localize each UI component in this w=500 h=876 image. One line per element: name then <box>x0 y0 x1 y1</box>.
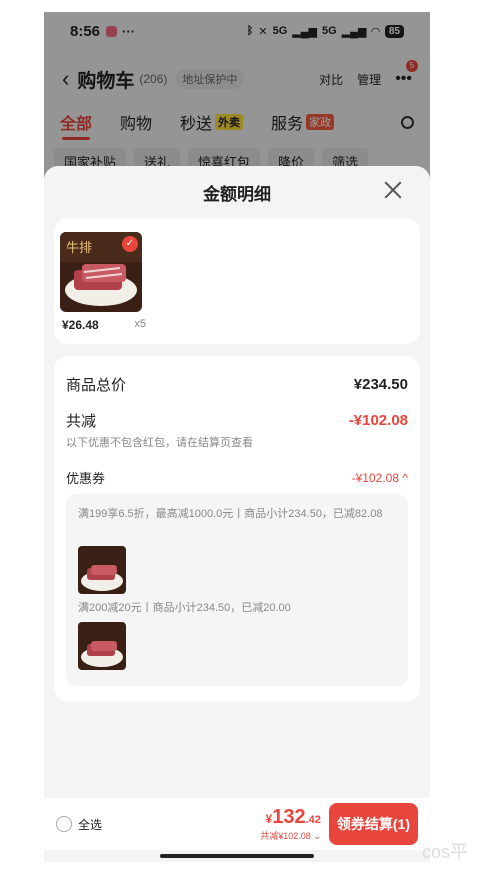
svg-text:牛排: 牛排 <box>66 241 92 256</box>
select-all-label[interactable]: 全选 <box>78 816 102 833</box>
home-indicator[interactable] <box>160 854 314 858</box>
discount-row: 共减 -¥102.08 <box>66 410 408 431</box>
select-all-radio[interactable] <box>56 816 72 832</box>
sheet-title: 金额明细 <box>203 184 271 204</box>
coupon-label: 优惠券 <box>66 471 106 486</box>
saved-amount-text: 共减¥102.08 <box>260 831 311 841</box>
product-image: 牛排 ✓ <box>60 232 142 312</box>
phone-screen: 8:56 ··· ᛒ ✕ 5G ▂▄▆ 5G ▂▄▆ ◠ 85 ‹ 购物车 (2… <box>44 12 430 862</box>
watermark: cos平 <box>422 842 469 862</box>
saved-amount[interactable]: 共减¥102.08 ⌄ <box>260 829 321 842</box>
product-item[interactable]: 牛排 ✓ ¥26.48 x5 <box>60 232 146 332</box>
total-value: ¥234.50 <box>353 376 408 393</box>
sheet-header: 金额明细 <box>44 166 430 218</box>
coupon-value: -¥102.08 <box>351 470 400 485</box>
coupon-row[interactable]: 优惠券 -¥102.08 ^ <box>66 468 408 487</box>
price-detail-card: 商品总价 ¥234.50 共减 -¥102.08 以下优惠不包含红包，请在结算页… <box>54 356 420 702</box>
product-price: ¥26.48 <box>62 318 99 332</box>
total-integer: 132 <box>272 806 306 828</box>
coupon-2-text: 满200减20元丨商品小计234.50，已减20.00 <box>78 602 291 614</box>
selected-check-icon: ✓ <box>122 236 138 252</box>
checkout-button[interactable]: 领券结算(1) <box>328 803 418 845</box>
total-label: 商品总价 <box>66 377 127 394</box>
total-amount: ¥132.42 <box>260 806 321 829</box>
coupon-value-group: -¥102.08 ^ <box>352 471 408 485</box>
coupon-1-product-image <box>78 546 126 594</box>
amount-detail-sheet: 金额明细 牛排 ✓ ¥26.48 x5 商品总价 ¥234.50 共减 -¥10… <box>44 166 430 862</box>
product-quantity: x5 <box>134 318 146 330</box>
coupon-2-product-image <box>78 622 126 670</box>
coupon-1-text: 满199享6.5折，最高减1000.0元丨商品小计234.50，已减82.08 <box>78 508 383 520</box>
product-card: 牛排 ✓ ¥26.48 x5 <box>54 218 420 344</box>
steak-thumb-icon <box>78 546 126 594</box>
collapse-chevron-icon[interactable]: ^ <box>402 471 408 485</box>
discount-note: 以下优惠不包含红包，请在结算页查看 <box>66 437 253 449</box>
total-row: 商品总价 ¥234.50 <box>66 374 408 395</box>
total-decimal: .42 <box>305 814 321 826</box>
discount-value: -¥102.08 <box>348 412 408 429</box>
steak-thumb-icon-2 <box>78 622 126 670</box>
coupon-list: 满199享6.5折，最高减1000.0元丨商品小计234.50，已减82.08 … <box>66 494 408 686</box>
discount-label: 共减 <box>66 413 97 430</box>
checkout-bar: 全选 ¥132.42 共减¥102.08 ⌄ 领券结算(1) <box>44 798 430 850</box>
total-summary: ¥132.42 共减¥102.08 ⌄ <box>260 806 321 842</box>
close-icon[interactable] <box>384 181 402 199</box>
